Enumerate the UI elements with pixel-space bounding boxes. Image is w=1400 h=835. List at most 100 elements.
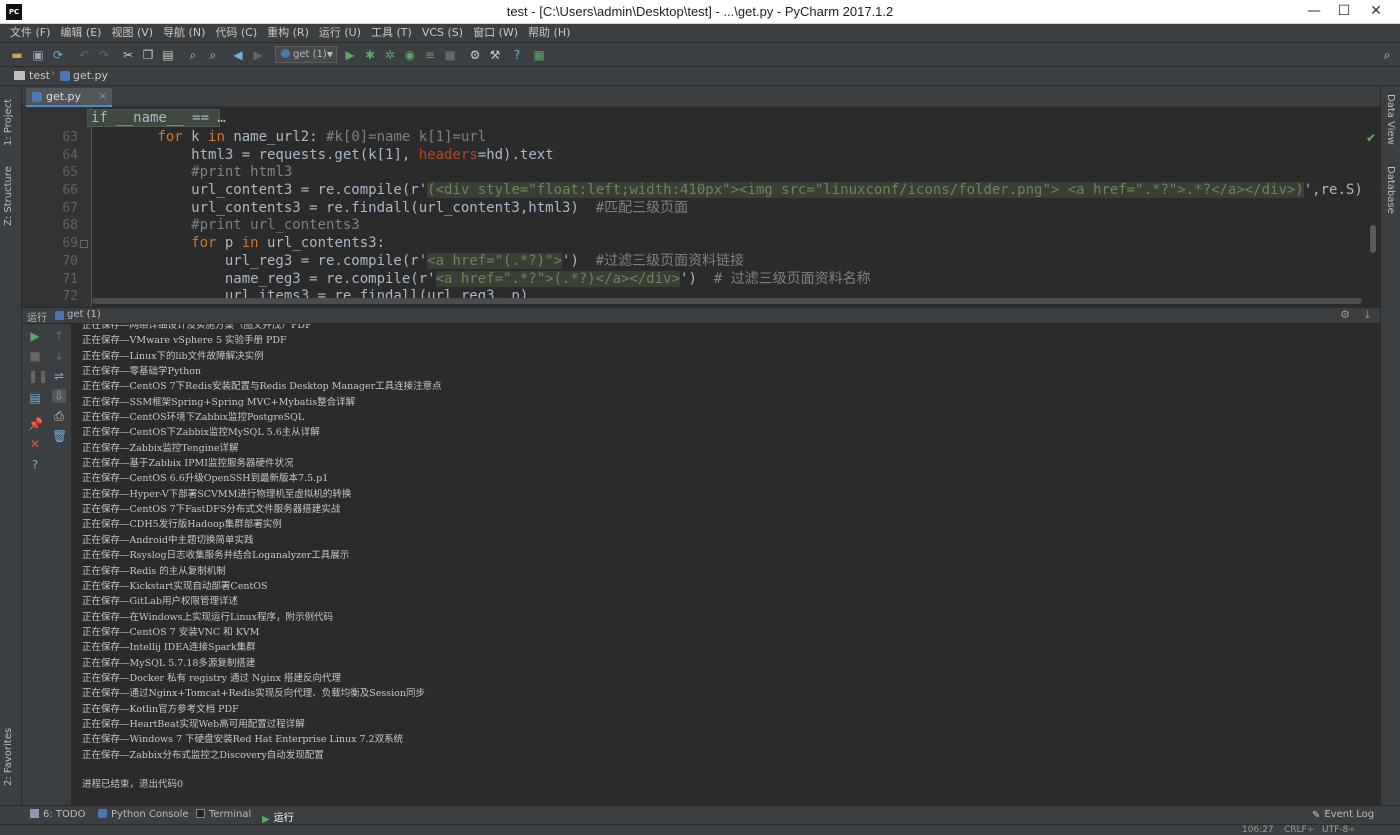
menu-run[interactable]: 运行 (U) bbox=[314, 24, 366, 42]
restore-layout-icon[interactable]: ▤ bbox=[28, 391, 42, 405]
code-line[interactable]: 71 name_reg3 = re.compile(r'<a href=".*?… bbox=[22, 270, 1380, 289]
database-tool-tab[interactable]: Database bbox=[1385, 166, 1396, 214]
menu-navigate[interactable]: 导航 (N) bbox=[158, 24, 210, 42]
maximize-button[interactable]: ☐ bbox=[1330, 0, 1358, 22]
terminal-tool-tab[interactable]: Terminal bbox=[196, 809, 251, 820]
replace-icon[interactable]: ⌕ bbox=[206, 48, 220, 62]
code-line[interactable]: 69 for p in url_contents3: bbox=[22, 235, 1380, 253]
console-line: 正在保存—CentOS 7下FastDFS分布式文件服务器搭建实战 bbox=[82, 504, 341, 516]
undo-icon[interactable]: ↶ bbox=[77, 48, 91, 62]
coverage-icon[interactable]: ✲ bbox=[383, 48, 397, 62]
console-line: 正在保存—Linux下的lib文件故障解决实例 bbox=[82, 350, 264, 362]
breadcrumb-file[interactable]: get.py bbox=[73, 69, 108, 82]
code-token: =hd).text bbox=[477, 146, 554, 163]
fold-marker-icon[interactable] bbox=[80, 240, 88, 249]
dataview-tool-tab[interactable]: Data View bbox=[1385, 94, 1396, 145]
settings-icon[interactable]: ⚙ bbox=[468, 48, 482, 62]
menu-code[interactable]: 代码 (C) bbox=[210, 24, 262, 42]
stop-icon[interactable]: ■ bbox=[443, 48, 457, 62]
code-text: html3 = requests.get(k[1], headers=hd).t… bbox=[90, 146, 554, 165]
stop-icon[interactable]: ■ bbox=[28, 349, 42, 363]
close-button[interactable]: ✕ bbox=[1362, 0, 1390, 22]
main-toolbar: ▬ ▣ ⟳ ↶ ↷ ✂ ❐ ▤ ⌕ ⌕ ◀ ▶ get (1) ▼ ▶ ✱ ✲ ◉… bbox=[0, 43, 1400, 67]
project-tool-tab[interactable]: 1: Project bbox=[3, 99, 14, 146]
back-icon[interactable]: ◀ bbox=[231, 48, 245, 62]
menu-help[interactable]: 帮助 (H) bbox=[523, 24, 575, 42]
code-token: in bbox=[208, 129, 225, 145]
vcs-icon[interactable]: ▦ bbox=[532, 48, 546, 62]
menu-tools[interactable]: 工具 (T) bbox=[366, 24, 417, 42]
code-editor[interactable]: 63 for k in name_url2: #k[0]=name k[1]=u… bbox=[22, 107, 1380, 307]
menu-vcs[interactable]: VCS (S) bbox=[417, 24, 468, 42]
forward-icon[interactable]: ▶ bbox=[251, 48, 265, 62]
python-console-tool-tab[interactable]: Python Console bbox=[98, 809, 189, 820]
project-structure-icon[interactable]: ⚒ bbox=[488, 48, 502, 62]
console-line: 正在保存—CentOS 6.6升级OpenSSH到最新版本7.5.p1 bbox=[82, 473, 329, 485]
vertical-scrollbar[interactable] bbox=[1370, 225, 1376, 253]
run-config-name[interactable]: get (1) bbox=[67, 309, 101, 320]
sync-icon[interactable]: ⟳ bbox=[51, 48, 65, 62]
code-token: ',re.S) bbox=[1303, 182, 1380, 199]
console-line: 正在保存—Docker 私有 registry 通过 Nginx 搭建反向代理 bbox=[82, 672, 341, 684]
run-console[interactable]: 正在保存—网络详细设计及实施方案（图文并茂）PDF 正在保存—VMware vSp… bbox=[72, 324, 1380, 806]
favorites-tool-tab[interactable]: 2: Favorites bbox=[3, 728, 14, 786]
code-line[interactable]: 65 #print html3 bbox=[22, 164, 1380, 182]
todo-tool-tab[interactable]: 6: TODO bbox=[30, 809, 85, 820]
down-arrow-icon[interactable]: ↓ bbox=[52, 349, 66, 363]
code-line[interactable]: 70 url_reg3 = re.compile(r'<a href="(.*?… bbox=[22, 252, 1380, 271]
cut-icon[interactable]: ✂ bbox=[121, 48, 135, 62]
scroll-to-end-icon[interactable]: ⇩ bbox=[52, 389, 66, 403]
gear-icon[interactable]: ⚙ bbox=[1340, 308, 1350, 321]
menu-edit[interactable]: 编辑 (E) bbox=[55, 24, 106, 42]
code-line[interactable]: 68 #print url_contents3 bbox=[22, 217, 1380, 235]
menu-window[interactable]: 窗口 (W) bbox=[468, 24, 523, 42]
pause-icon[interactable]: ❚❚ bbox=[28, 369, 48, 383]
code-lines[interactable]: 63 for k in name_url2: #k[0]=name k[1]=u… bbox=[22, 129, 1380, 306]
line-separator[interactable]: CRLF÷ bbox=[1284, 825, 1314, 835]
tab-get-py[interactable]: get.py × bbox=[26, 88, 112, 107]
save-icon[interactable]: ▣ bbox=[31, 48, 45, 62]
rerun-icon[interactable]: ▶ bbox=[28, 329, 42, 343]
close-tab-icon[interactable]: × bbox=[99, 88, 107, 105]
code-line[interactable]: 63 for k in name_url2: #k[0]=name k[1]=u… bbox=[22, 129, 1380, 147]
copy-icon[interactable]: ❐ bbox=[141, 48, 155, 62]
horizontal-scrollbar[interactable] bbox=[92, 298, 1362, 304]
hide-icon[interactable]: ⤓ bbox=[1365, 308, 1370, 322]
clear-all-icon[interactable]: 🗑 bbox=[52, 429, 67, 443]
console-line: 正在保存—MySQL 5.7.18多源复制搭建 bbox=[82, 657, 256, 669]
pin-tab-icon[interactable]: 📌 bbox=[28, 417, 43, 431]
redo-icon[interactable]: ↷ bbox=[97, 48, 111, 62]
soft-wrap-icon[interactable]: ⇌ bbox=[52, 369, 66, 383]
file-encoding[interactable]: UTF-8÷ bbox=[1322, 825, 1356, 835]
find-icon[interactable]: ⌕ bbox=[186, 48, 200, 62]
code-line[interactable]: 67 url_contents3 = re.findall(url_conten… bbox=[22, 200, 1380, 218]
concurrency-icon[interactable]: ≡ bbox=[423, 48, 437, 62]
debug-icon[interactable]: ✱ bbox=[363, 48, 377, 62]
code-line[interactable]: 64 html3 = requests.get(k[1], headers=hd… bbox=[22, 147, 1380, 165]
paste-icon[interactable]: ▤ bbox=[161, 48, 175, 62]
code-line[interactable]: 66 url_content3 = re.compile(r'(<div sty… bbox=[22, 182, 1380, 200]
run-side-toolbar: ▶ ↑ ■ ↓ ❚❚ ⇌ ▤ ⇩ ⎙ 📌 🗑 ✕ ? bbox=[22, 324, 72, 806]
caret-position[interactable]: 106:27 bbox=[1242, 825, 1274, 835]
menu-file[interactable]: 文件 (F) bbox=[5, 24, 55, 42]
menu-refactor[interactable]: 重构 (R) bbox=[262, 24, 314, 42]
print-icon[interactable]: ⎙ bbox=[52, 409, 66, 423]
help-icon[interactable]: ? bbox=[28, 458, 42, 472]
python-icon bbox=[281, 49, 290, 58]
close-run-icon[interactable]: ✕ bbox=[28, 437, 42, 451]
code-token: #print url_contents3 bbox=[191, 217, 360, 234]
up-arrow-icon[interactable]: ↑ bbox=[52, 329, 66, 343]
search-everywhere-icon[interactable]: ⌕ bbox=[1380, 48, 1394, 62]
minimize-button[interactable]: — bbox=[1300, 0, 1328, 22]
run-icon[interactable]: ▶ bbox=[343, 48, 357, 62]
structure-tool-tab[interactable]: Z: Structure bbox=[3, 166, 14, 226]
breadcrumb-project[interactable]: test bbox=[29, 69, 50, 82]
event-log-tool-tab[interactable]: ✎ Event Log bbox=[1312, 809, 1374, 821]
open-folder-icon[interactable]: ▬ bbox=[10, 48, 24, 62]
run-config-select[interactable]: get (1) ▼ bbox=[275, 46, 337, 63]
menu-view[interactable]: 视图 (V) bbox=[106, 24, 158, 42]
line-number: 63 bbox=[62, 130, 78, 145]
run-tool-tab[interactable]: ▶ 运行 bbox=[262, 809, 294, 825]
profile-icon[interactable]: ◉ bbox=[403, 48, 417, 62]
help-icon[interactable]: ? bbox=[510, 48, 524, 62]
